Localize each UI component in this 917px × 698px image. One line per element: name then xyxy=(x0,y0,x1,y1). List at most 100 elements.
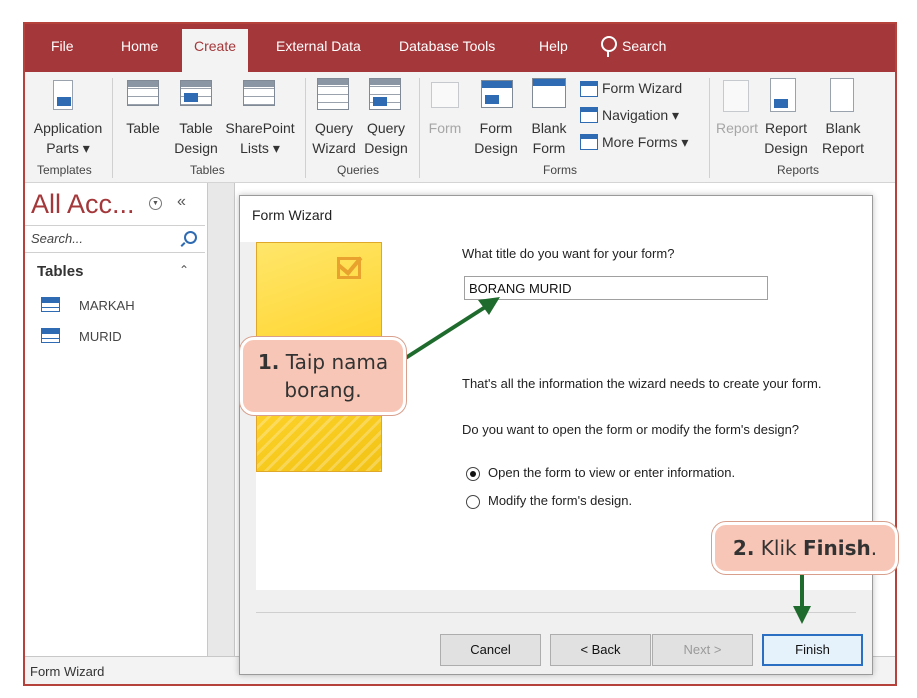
option-open-form-label: Open the form to view or enter informati… xyxy=(488,465,736,480)
access-window: File Home Create External Data Database … xyxy=(23,22,897,686)
back-button[interactable]: < Back xyxy=(550,634,651,666)
report-design-icon xyxy=(770,78,796,112)
blank-report-label: Blank xyxy=(825,120,861,136)
tab-home[interactable]: Home xyxy=(121,38,158,54)
group-label-forms: Forms xyxy=(543,163,577,177)
blank-report-icon xyxy=(830,78,854,112)
report-design-label: Report xyxy=(764,120,808,136)
form-wizard-icon xyxy=(580,81,598,97)
callout-step-2-bold: Finish xyxy=(802,536,871,560)
lightbulb-search-icon[interactable] xyxy=(601,36,617,57)
form-design-label-2: Design xyxy=(474,140,518,156)
nav-item-label: MURID xyxy=(79,329,122,344)
nav-search-placeholder: Search... xyxy=(31,231,84,246)
finish-button[interactable]: Finish xyxy=(762,634,863,666)
shutter-bar-collapse-button[interactable]: « xyxy=(177,193,186,211)
form-icon xyxy=(431,82,459,108)
sharepoint-lists-label: SharePoint xyxy=(225,120,295,136)
blank-form-label-2: Form xyxy=(532,140,566,156)
form-label: Form xyxy=(428,120,462,136)
application-parts-label: Application xyxy=(33,120,103,136)
callout-step-1: 1. Taip nama borang. xyxy=(240,337,406,415)
form-design-icon xyxy=(481,80,513,108)
table-label: Table xyxy=(126,120,160,136)
callout-step-1-text-b: borang. xyxy=(284,378,362,402)
chevron-up-icon[interactable]: ⌃ xyxy=(179,263,189,277)
dialog-title: Form Wizard xyxy=(252,207,333,223)
wizard-illustration-panel xyxy=(256,242,442,590)
table-design-label-2: Design xyxy=(174,140,218,156)
navigation-pane: All Acc... ▼ « Search... Tables ⌃ MARKAH… xyxy=(25,183,208,656)
tab-create[interactable]: Create xyxy=(182,29,249,72)
dialog-separator xyxy=(256,612,856,613)
sharepoint-lists-label-2: Lists ▾ xyxy=(240,140,280,156)
blank-form-icon xyxy=(532,78,566,108)
group-label-tables: Tables xyxy=(190,163,225,177)
group-separator xyxy=(419,78,420,178)
blank-form-label: Blank xyxy=(531,120,567,136)
more-forms-label: More Forms ▾ xyxy=(602,134,689,150)
query-design-icon xyxy=(369,78,401,110)
query-design-label-2: Design xyxy=(364,140,408,156)
navigation-label: Navigation ▾ xyxy=(602,107,680,123)
search-icon[interactable] xyxy=(184,231,197,244)
group-separator xyxy=(305,78,306,178)
info-text: That's all the information the wizard ne… xyxy=(462,376,822,391)
option-modify-design-label: Modify the form's design. xyxy=(488,493,633,508)
tab-database-tools[interactable]: Database Tools xyxy=(399,38,495,54)
dialog-body: What title do you want for your form? Th… xyxy=(240,242,872,674)
nav-section-header[interactable]: Tables xyxy=(37,263,83,280)
form-title-input[interactable] xyxy=(464,276,768,300)
callout-step-2-period: . xyxy=(870,536,878,560)
application-parts-icon xyxy=(53,80,73,110)
next-button: Next > xyxy=(652,634,753,666)
table-design-label: Table xyxy=(179,120,213,136)
sharepoint-lists-icon xyxy=(243,80,275,106)
title-question: What title do you want for your form? xyxy=(462,246,675,261)
ribbon-tab-bar: File Home Create External Data Database … xyxy=(25,24,895,72)
callout-step-2-number: 2. xyxy=(732,536,755,560)
nav-pane-title[interactable]: All Acc... xyxy=(31,189,135,220)
application-parts-label-2: Parts ▾ xyxy=(46,140,90,156)
form-wizard-dialog: Form Wizard What title do you want for y… xyxy=(239,195,873,675)
radio-modify-design[interactable] xyxy=(466,495,480,509)
tab-help[interactable]: Help xyxy=(539,38,568,54)
callout-step-1-text-a: Taip nama xyxy=(285,350,389,374)
callout-step-2: 2. Klik Finish. xyxy=(712,522,898,574)
callout-step-2-text: Klik xyxy=(760,536,797,560)
query-design-label: Query xyxy=(366,120,406,136)
tell-me-search[interactable]: Search xyxy=(622,38,666,54)
tab-file[interactable]: File xyxy=(51,38,74,54)
open-modify-question: Do you want to open the form or modify t… xyxy=(462,422,800,437)
query-wizard-label-2: Wizard xyxy=(312,140,356,156)
status-text: Form Wizard xyxy=(30,664,105,679)
query-wizard-icon xyxy=(317,78,349,110)
ribbon-create: Application Parts ▾ Templates Table Tabl… xyxy=(25,72,895,183)
report-label: Report xyxy=(715,120,759,136)
checkmark-icon xyxy=(337,257,361,279)
nav-pane-menu-icon[interactable]: ▼ xyxy=(149,197,162,210)
group-separator xyxy=(112,78,113,178)
form-wizard-label: Form Wizard xyxy=(602,80,683,96)
nav-item-murid[interactable]: MURID xyxy=(41,326,201,348)
navigation-icon xyxy=(580,107,598,123)
group-label-queries: Queries xyxy=(337,163,380,177)
workspace-background xyxy=(208,183,235,656)
report-icon xyxy=(723,80,749,112)
group-label-templates: Templates xyxy=(37,163,92,177)
cancel-button[interactable]: Cancel xyxy=(440,634,541,666)
group-label-reports: Reports xyxy=(777,163,820,177)
table-icon xyxy=(41,328,60,343)
report-design-label-2: Design xyxy=(764,140,808,156)
form-design-label: Form xyxy=(479,120,513,136)
query-wizard-label: Query xyxy=(314,120,354,136)
nav-search-box[interactable]: Search... xyxy=(25,225,205,253)
table-design-icon xyxy=(180,80,212,106)
group-separator xyxy=(709,78,710,178)
nav-item-markah[interactable]: MARKAH xyxy=(41,295,201,317)
radio-open-form[interactable] xyxy=(466,467,480,481)
tab-external-data[interactable]: External Data xyxy=(276,38,361,54)
more-forms-icon xyxy=(580,134,598,150)
callout-step-1-number: 1. xyxy=(257,350,280,374)
table-icon xyxy=(127,80,159,106)
